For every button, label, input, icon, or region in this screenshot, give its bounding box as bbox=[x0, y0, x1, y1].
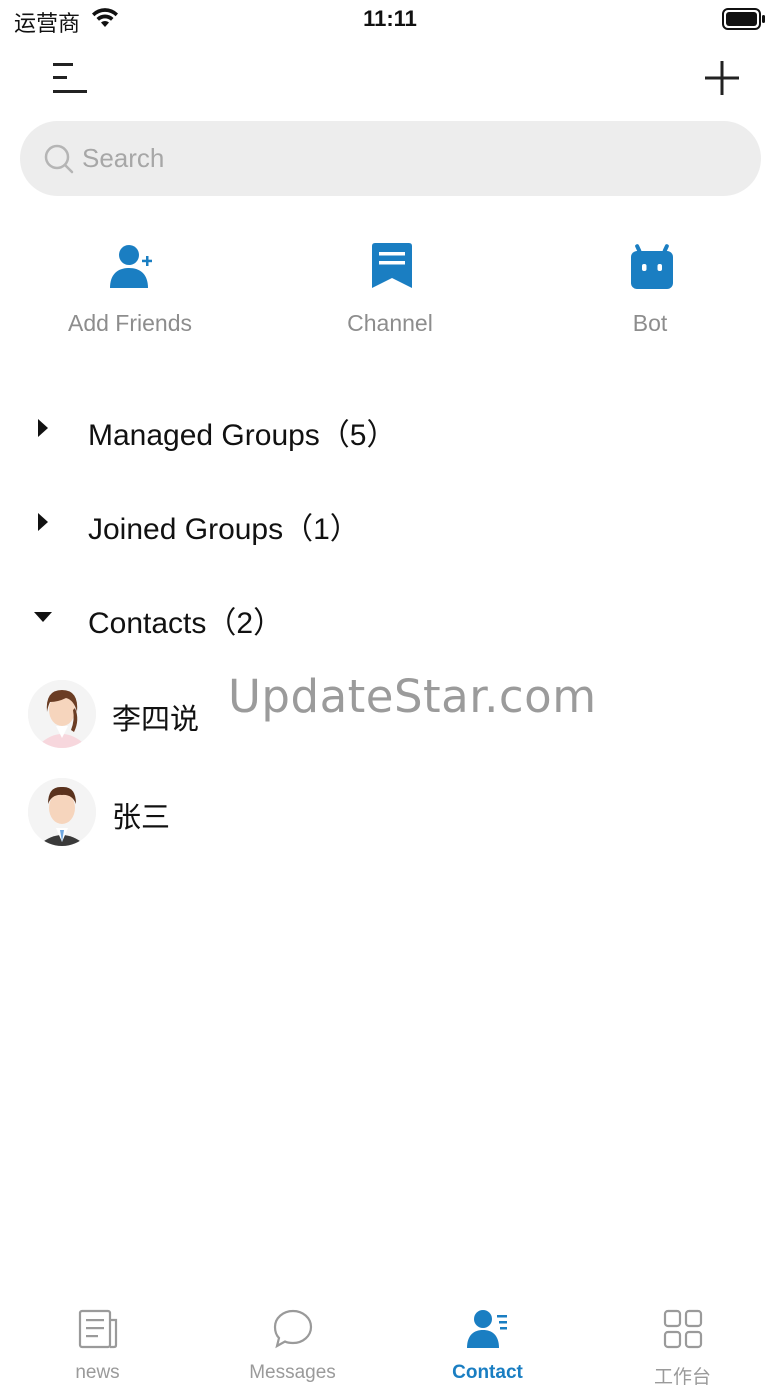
caret-down-icon bbox=[33, 610, 53, 629]
search-icon bbox=[44, 144, 74, 179]
news-icon bbox=[77, 1308, 119, 1350]
add-button[interactable] bbox=[696, 56, 748, 104]
search-bar[interactable] bbox=[20, 121, 761, 196]
managed-groups-row[interactable]: Managed Groups（5） bbox=[0, 382, 780, 476]
tab-news[interactable]: news bbox=[0, 1290, 195, 1387]
menu-lines-icon bbox=[52, 62, 88, 99]
tab-bar: news Messages Contact 工作台 bbox=[0, 1290, 780, 1387]
caret-right-icon bbox=[36, 512, 50, 537]
contact-row[interactable]: 张三 bbox=[0, 778, 780, 874]
grid-icon bbox=[662, 1308, 704, 1350]
tab-contact-label: Contact bbox=[452, 1362, 523, 1383]
bot-label: Bot bbox=[632, 310, 668, 336]
search-input[interactable] bbox=[82, 121, 722, 196]
caret-right-icon bbox=[36, 418, 50, 443]
quick-actions: Add Friends Channel Bot bbox=[0, 240, 780, 350]
contact-icon bbox=[467, 1308, 509, 1350]
status-time: 11:11 bbox=[363, 6, 417, 31]
tab-contact[interactable]: Contact bbox=[390, 1290, 585, 1387]
status-bar: 运营商 11:11 bbox=[0, 0, 780, 40]
contacts-group-row[interactable]: Contacts（2） bbox=[0, 570, 780, 664]
female-avatar bbox=[28, 680, 96, 748]
menu-button[interactable] bbox=[44, 56, 96, 104]
contacts-group-label: Contacts（2） bbox=[88, 607, 284, 640]
watermark-text: UpdateStar.com bbox=[228, 670, 597, 723]
contact-name: 张三 bbox=[112, 800, 171, 834]
channel-icon bbox=[370, 242, 414, 290]
tab-messages-label: Messages bbox=[249, 1362, 336, 1383]
tab-workbench-label: 工作台 bbox=[653, 1367, 711, 1387]
bot-button[interactable]: Bot bbox=[520, 240, 780, 350]
male-avatar bbox=[28, 778, 96, 846]
tab-news-label: news bbox=[75, 1362, 120, 1383]
contact-name: 李四说 bbox=[112, 702, 200, 736]
add-friends-label: Add Friends bbox=[67, 310, 192, 336]
bot-icon bbox=[630, 242, 674, 290]
add-friends-button[interactable]: Add Friends bbox=[0, 240, 260, 350]
battery-icon bbox=[722, 8, 766, 35]
joined-groups-row[interactable]: Joined Groups（1） bbox=[0, 476, 780, 570]
add-friend-icon bbox=[110, 242, 154, 290]
chat-bubble-icon bbox=[272, 1308, 314, 1350]
channel-button[interactable]: Channel bbox=[260, 240, 520, 350]
managed-groups-label: Managed Groups（5） bbox=[88, 419, 397, 452]
tab-workbench[interactable]: 工作台 bbox=[585, 1290, 780, 1387]
tab-messages[interactable]: Messages bbox=[195, 1290, 390, 1387]
nav-bar bbox=[0, 48, 780, 112]
plus-icon bbox=[704, 60, 740, 101]
channel-label: Channel bbox=[347, 310, 433, 336]
joined-groups-label: Joined Groups（1） bbox=[88, 513, 360, 546]
